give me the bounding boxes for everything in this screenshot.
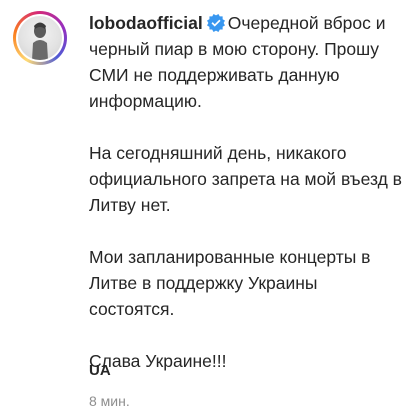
- verified-badge-icon: [206, 14, 225, 32]
- username-link[interactable]: lobodaofficial: [89, 13, 203, 33]
- hashtag-link[interactable]: UA: [89, 362, 111, 379]
- avatar-photo: [18, 16, 62, 60]
- timestamp[interactable]: 8 мин.: [89, 393, 130, 409]
- post-caption: lobodaofficial Очередной вброс и черный п…: [0, 0, 415, 416]
- caption-text: lobodaofficial Очередной вброс и черный п…: [89, 10, 405, 374]
- person-silhouette-icon: [32, 22, 48, 60]
- caption-body: Очередной вброс и черный пиар в мою стор…: [89, 13, 402, 371]
- avatar[interactable]: [13, 11, 67, 65]
